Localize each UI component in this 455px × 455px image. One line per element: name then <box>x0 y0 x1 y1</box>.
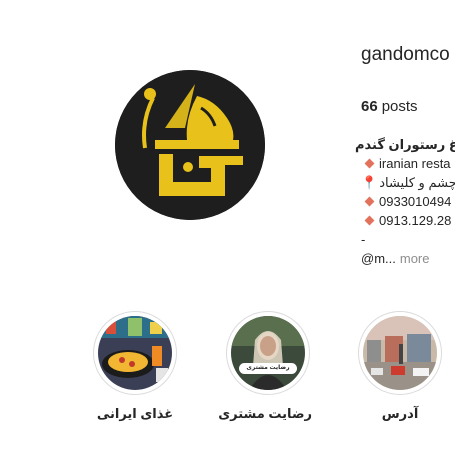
diamond-icon <box>364 158 375 169</box>
bio-line-text: 0933010494 <box>379 194 452 209</box>
bio-mention-link[interactable]: @m... <box>361 251 396 266</box>
profile-bio: باغ رستوران گندم iranian resta 📍مشهد بلو… <box>355 135 455 268</box>
posts-count: 66 posts <box>361 98 418 115</box>
bio-line-address: 📍مشهد بلوار بزرگراه چشم و کلیشاد <box>361 173 455 192</box>
bio-line-text: مشهد بلوار بزرگراه چشم و کلیشاد <box>379 175 455 190</box>
highlight-label: آدرس <box>381 406 419 421</box>
customer-badge-text: رضایت مشتری <box>246 365 290 371</box>
profile-username: gandomco <box>361 44 450 65</box>
highlight-customer-satisfaction[interactable]: رضایت مشتری رضایت مشتری <box>218 311 312 422</box>
bio-name: باغ رستوران گندم <box>355 137 455 152</box>
customer-photo-thumbnail: رضایت مشتری <box>231 316 305 390</box>
bio-line-mention: @m... more <box>361 249 455 268</box>
diamond-icon <box>364 215 375 226</box>
pin-icon: 📍 <box>361 175 378 190</box>
highlight-address[interactable]: آدرس <box>356 311 444 422</box>
food-dish-thumbnail <box>98 316 172 390</box>
posts-label: posts <box>381 98 418 115</box>
more-link[interactable]: more <box>400 251 430 266</box>
posts-number: 66 <box>361 98 378 115</box>
bio-dash: - <box>361 232 366 247</box>
bio-line-phone-2: 0913.129.28 <box>361 211 455 230</box>
highlight-iranian-food[interactable]: غذای ایرانی <box>91 311 179 422</box>
highlight-ring: رضایت مشتری <box>226 311 310 395</box>
bio-line-cuisine: iranian resta <box>361 154 455 173</box>
restaurant-logo-icon <box>115 70 265 220</box>
diamond-icon <box>364 196 375 207</box>
bio-line-text: iranian resta <box>379 156 451 171</box>
highlight-label: غذای ایرانی <box>96 406 174 421</box>
bio-line-phone-1: 0933010494 <box>361 192 455 211</box>
highlight-ring <box>93 311 177 395</box>
customer-badge: رضایت مشتری <box>239 363 297 374</box>
profile-page: gandomco 66posts باغ رستوران گندم irania… <box>0 0 455 455</box>
highlight-label: رضایت مشتری <box>218 406 312 421</box>
bio-line-text: 0913.129.28 <box>379 213 452 228</box>
street-view-thumbnail <box>363 316 437 390</box>
profile-avatar[interactable] <box>115 70 265 220</box>
highlight-ring <box>358 311 442 395</box>
